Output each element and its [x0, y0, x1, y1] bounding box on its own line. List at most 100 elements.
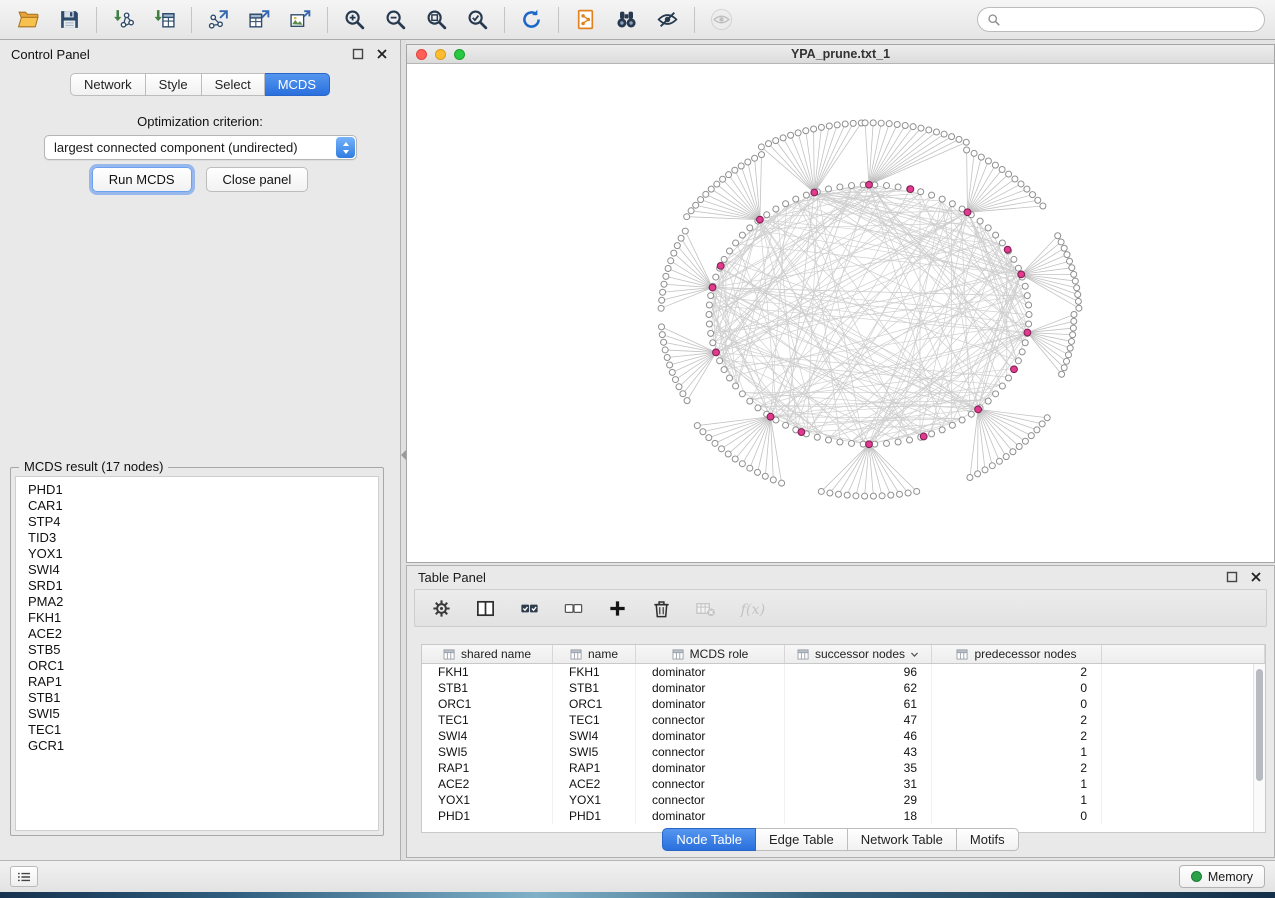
- search-box[interactable]: [977, 7, 1265, 32]
- zoom-in-icon: [343, 8, 366, 31]
- save-session-button[interactable]: [51, 4, 88, 36]
- table-cell: YOX1: [422, 792, 553, 808]
- table-row[interactable]: SWI5SWI5connector431: [422, 744, 1265, 760]
- column-header-shared-name[interactable]: shared name: [422, 645, 553, 663]
- tab-motifs[interactable]: Motifs: [957, 828, 1019, 851]
- control-panel-title: Control Panel: [11, 47, 341, 62]
- mcds-result-item[interactable]: SWI5: [28, 706, 378, 722]
- export-table-button[interactable]: [241, 4, 278, 36]
- visibility-button[interactable]: [703, 4, 740, 36]
- zoom-fit-button[interactable]: [418, 4, 455, 36]
- search-input[interactable]: [1007, 12, 1255, 27]
- mcds-result-item[interactable]: TEC1: [28, 722, 378, 738]
- zoom-selected-button[interactable]: [459, 4, 496, 36]
- memory-button[interactable]: Memory: [1179, 865, 1265, 888]
- table-row[interactable]: RAP1RAP1dominator352: [422, 760, 1265, 776]
- unselect-all-rows-button[interactable]: [563, 598, 584, 619]
- column-header-MCDS-role[interactable]: MCDS role: [636, 645, 785, 663]
- column-label: MCDS role: [690, 647, 749, 661]
- mcds-result-item[interactable]: CAR1: [28, 498, 378, 514]
- mcds-result-item[interactable]: PMA2: [28, 594, 378, 610]
- show-columns-button[interactable]: [475, 598, 496, 619]
- table-scrollbar-thumb[interactable]: [1256, 669, 1263, 781]
- float-panel-icon[interactable]: [351, 47, 365, 61]
- clone-network-button[interactable]: [567, 4, 604, 36]
- table-cell: 2: [932, 712, 1102, 728]
- table-row[interactable]: YOX1YOX1connector291: [422, 792, 1265, 808]
- mcds-result-item[interactable]: STB5: [28, 642, 378, 658]
- table-row[interactable]: ORC1ORC1dominator610: [422, 696, 1265, 712]
- network-graph[interactable]: [407, 64, 1274, 562]
- toolbar-group: [336, 4, 496, 36]
- close-panel-icon[interactable]: [375, 47, 389, 61]
- zoom-in-button[interactable]: [336, 4, 373, 36]
- tab-edge-table[interactable]: Edge Table: [756, 828, 848, 851]
- memory-label: Memory: [1208, 870, 1253, 884]
- column-header-predecessor-nodes[interactable]: predecessor nodes: [932, 645, 1102, 663]
- toolbar-separator: [694, 7, 695, 33]
- export-image-icon: [289, 8, 312, 31]
- import-network-button[interactable]: [105, 4, 142, 36]
- column-menu-icon: [570, 649, 583, 660]
- tab-style[interactable]: Style: [146, 73, 202, 96]
- tab-network-table[interactable]: Network Table: [848, 828, 957, 851]
- network-window-titlebar[interactable]: YPA_prune.txt_1: [407, 45, 1274, 64]
- table-row[interactable]: STB1STB1dominator620: [422, 680, 1265, 696]
- column-header-successor-nodes[interactable]: successor nodes: [785, 645, 932, 663]
- mcds-result-item[interactable]: FKH1: [28, 610, 378, 626]
- table-cell: 46: [785, 728, 932, 744]
- mcds-result-item[interactable]: YOX1: [28, 546, 378, 562]
- table-cell: 29: [785, 792, 932, 808]
- run-mcds-button[interactable]: Run MCDS: [92, 167, 192, 192]
- table-row[interactable]: ACE2ACE2connector311: [422, 776, 1265, 792]
- close-table-panel-icon[interactable]: [1249, 570, 1263, 584]
- table-row[interactable]: SWI4SWI4dominator462: [422, 728, 1265, 744]
- search-network-button[interactable]: [608, 4, 645, 36]
- table-cell: 47: [785, 712, 932, 728]
- refresh-layout-button[interactable]: [513, 4, 550, 36]
- export-network-button[interactable]: [200, 4, 237, 36]
- open-file-button[interactable]: [10, 4, 47, 36]
- control-panel: Control Panel NetworkStyleSelectMCDS Opt…: [0, 40, 401, 860]
- delete-column-button[interactable]: [651, 598, 672, 619]
- mcds-result-item[interactable]: SRD1: [28, 578, 378, 594]
- mcds-result-item[interactable]: ORC1: [28, 658, 378, 674]
- eye-slash-icon: [656, 8, 679, 31]
- column-label: successor nodes: [815, 647, 905, 661]
- mcds-result-item[interactable]: TID3: [28, 530, 378, 546]
- toolbar-separator: [191, 7, 192, 33]
- table-row[interactable]: TEC1TEC1connector472: [422, 712, 1265, 728]
- mcds-result-item[interactable]: STB1: [28, 690, 378, 706]
- add-column-button[interactable]: [607, 598, 628, 619]
- table-panel-header: Table Panel: [407, 566, 1274, 588]
- mcds-result-item[interactable]: SWI4: [28, 562, 378, 578]
- zoom-out-button[interactable]: [377, 4, 414, 36]
- table-row[interactable]: PHD1PHD1dominator180: [422, 808, 1265, 824]
- status-menu-button[interactable]: [10, 866, 38, 887]
- table-settings-button[interactable]: [431, 598, 452, 619]
- mcds-result-list[interactable]: PHD1CAR1STP4TID3YOX1SWI4SRD1PMA2FKH1ACE2…: [15, 476, 379, 831]
- table-row[interactable]: FKH1FKH1dominator962: [422, 664, 1265, 680]
- tab-network[interactable]: Network: [70, 73, 146, 96]
- show-hide-button[interactable]: [649, 4, 686, 36]
- import-table-button[interactable]: [146, 4, 183, 36]
- close-panel-button[interactable]: Close panel: [206, 167, 309, 192]
- optimization-criterion-select[interactable]: largest connected component (undirected): [44, 135, 357, 160]
- mcds-result-item[interactable]: RAP1: [28, 674, 378, 690]
- column-header-name[interactable]: name: [553, 645, 636, 663]
- mcds-result-item[interactable]: GCR1: [28, 738, 378, 754]
- mcds-result-item[interactable]: STP4: [28, 514, 378, 530]
- export-image-button[interactable]: [282, 4, 319, 36]
- table-scrollbar[interactable]: [1253, 664, 1265, 832]
- tab-node-table[interactable]: Node Table: [662, 828, 756, 851]
- svg-text:f(x): f(x): [740, 601, 766, 617]
- table-cell: 2: [932, 664, 1102, 680]
- select-all-rows-button[interactable]: [519, 598, 540, 619]
- tab-mcds[interactable]: MCDS: [265, 73, 330, 96]
- tab-select[interactable]: Select: [202, 73, 265, 96]
- float-table-panel-icon[interactable]: [1225, 570, 1239, 584]
- network-canvas[interactable]: [407, 64, 1274, 562]
- column-label: predecessor nodes: [974, 647, 1076, 661]
- mcds-result-item[interactable]: ACE2: [28, 626, 378, 642]
- mcds-result-item[interactable]: PHD1: [28, 482, 378, 498]
